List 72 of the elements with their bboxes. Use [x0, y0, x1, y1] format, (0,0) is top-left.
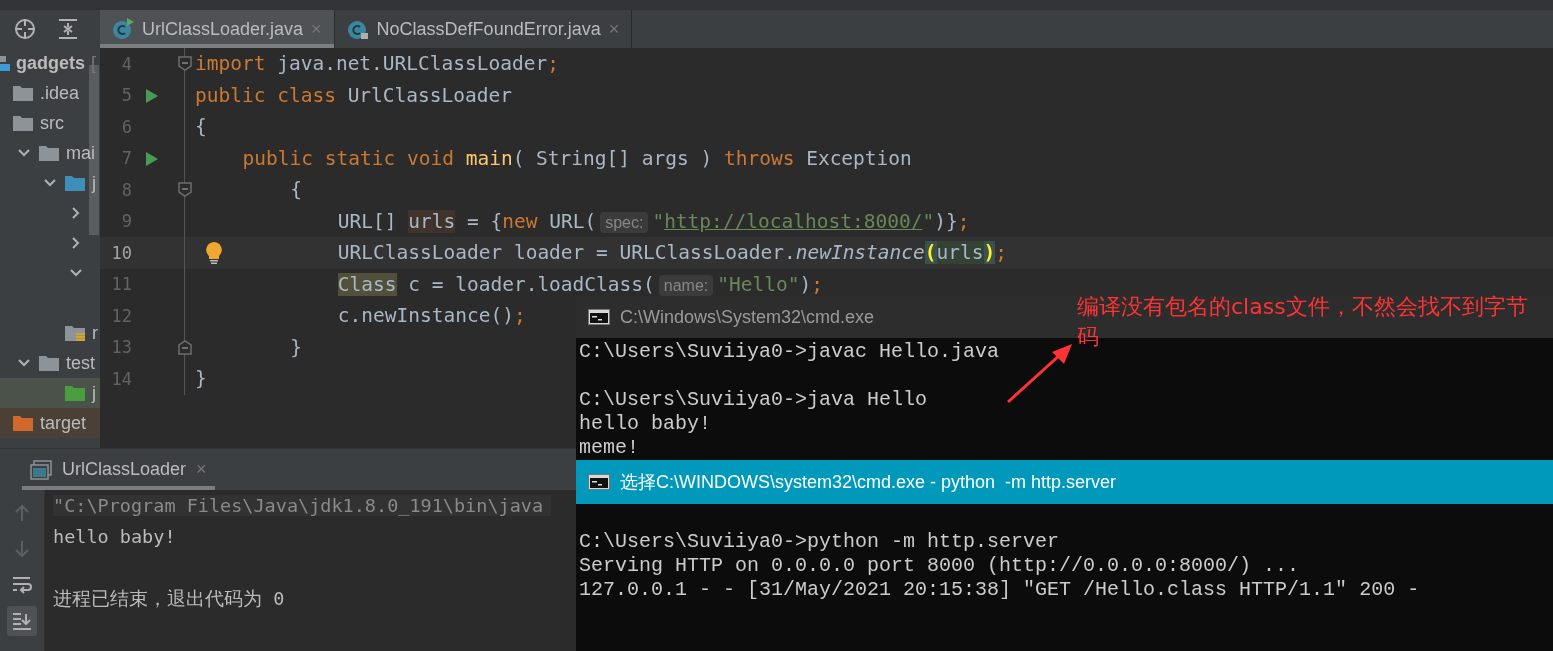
tree-item[interactable]: test: [66, 352, 95, 374]
folder-icon: [12, 114, 34, 132]
tree-item[interactable]: j: [92, 382, 96, 404]
terminal-icon: [588, 474, 610, 490]
terminal-line: Serving HTTP on 0.0.0.0 port 8000 (http://0.0.0.0:8000/) ...: [579, 554, 1301, 578]
terminal-icon: [588, 309, 610, 325]
tree-item[interactable]: j: [92, 172, 96, 194]
code-line: c.newInstance();: [337, 304, 526, 328]
code-line: URLClassLoader loader = URLClassLoader.newInstance(urls);: [337, 241, 1008, 265]
window-title: 选择C:\WINDOWS\system32\cmd.exe - python -m http.server: [620, 471, 1117, 494]
line-number: 7: [120, 148, 132, 169]
tree-item-suffix: [: [91, 52, 97, 74]
annotation-text: 编译没有包名的class文件，不然会找不到字节码: [1077, 293, 1529, 351]
tree-item[interactable]: mai: [66, 142, 95, 164]
terminal-line: C:\Users\Suviiya0->java Hello: [579, 388, 929, 412]
class-file-icon: [112, 18, 134, 40]
console-line: 进程已结束，退出代码为 0: [53, 587, 286, 611]
fold-icon[interactable]: [178, 182, 192, 197]
terminal-line: C:\Users\Suviiya0->javac Hello.java: [579, 340, 1001, 364]
folder-icon: [64, 384, 86, 402]
line-number: 4: [120, 53, 132, 74]
window-title: C:\Windows\System32\cmd.exe: [620, 306, 875, 328]
scroll-to-end-icon: [12, 612, 32, 630]
folder-icon: [38, 354, 60, 372]
tree-item[interactable]: .idea: [40, 82, 80, 104]
tree-item[interactable]: r: [92, 322, 98, 344]
line-number: 14: [110, 368, 132, 389]
soft-wrap-icon: [12, 576, 32, 594]
tree-item[interactable]: gadgets: [16, 52, 85, 74]
run-icon[interactable]: [145, 150, 159, 167]
code-line: URL[] urls = {new URL( spec: "http://localhost:8000/")};: [337, 209, 970, 233]
fold-icon[interactable]: [178, 339, 192, 355]
locate-icon[interactable]: [14, 18, 36, 40]
folder-icon: [64, 324, 86, 342]
terminal-line: meme!: [579, 436, 640, 460]
console-tool-button[interactable]: [7, 606, 37, 636]
lightbulb-icon[interactable]: [205, 241, 223, 265]
folder-icon: [12, 84, 34, 102]
code-line: {: [195, 115, 207, 139]
folder-icon: [38, 144, 60, 162]
collapse-all-icon[interactable]: [58, 18, 78, 40]
up-arrow-icon: [14, 504, 30, 522]
terminal-line: hello baby!: [579, 412, 713, 436]
down-arrow-icon: [14, 540, 30, 558]
console-line: hello baby!: [53, 525, 177, 549]
code-line: public class UrlClassLoader: [195, 83, 512, 107]
line-number: 5: [120, 85, 132, 106]
code-line: }: [290, 335, 302, 359]
line-number: 11: [110, 274, 132, 295]
line-number: 9: [120, 211, 132, 232]
console-icon: [30, 459, 52, 480]
terminal-line: C:\Users\Suviiya0->python -m http.server: [579, 530, 1061, 554]
fold-icon[interactable]: [178, 56, 192, 71]
code-line: import java.net.URLClassLoader;: [195, 52, 559, 76]
module-icon: [0, 54, 10, 72]
code-line: Class c = loader.loadClass( name: "Hello");: [337, 272, 823, 296]
line-number: 13: [110, 337, 132, 358]
code-line: public static void main( String[] args ) throws Exception: [242, 146, 912, 170]
folder-icon: [64, 174, 86, 192]
line-number: 12: [110, 305, 132, 326]
code-line: {: [290, 178, 302, 202]
editor-tab[interactable]: UrlClassLoader.java ×: [100, 10, 335, 48]
tree-item[interactable]: src: [40, 112, 64, 134]
terminal-line: 127.0.0.1 - - [31/May/2021 20:15:38] ″GET /Hello.class HTTP/1.1″ 200 -: [579, 578, 1421, 602]
folder-icon: [12, 414, 34, 432]
line-number: 8: [120, 179, 132, 200]
line-number: 6: [120, 116, 132, 137]
line-number: 10: [110, 242, 132, 263]
code-line: }: [195, 367, 207, 391]
run-tab[interactable]: UrlClassLoader ×: [22, 449, 215, 490]
run-icon[interactable]: [145, 87, 159, 104]
class-file-icon: [346, 18, 369, 40]
